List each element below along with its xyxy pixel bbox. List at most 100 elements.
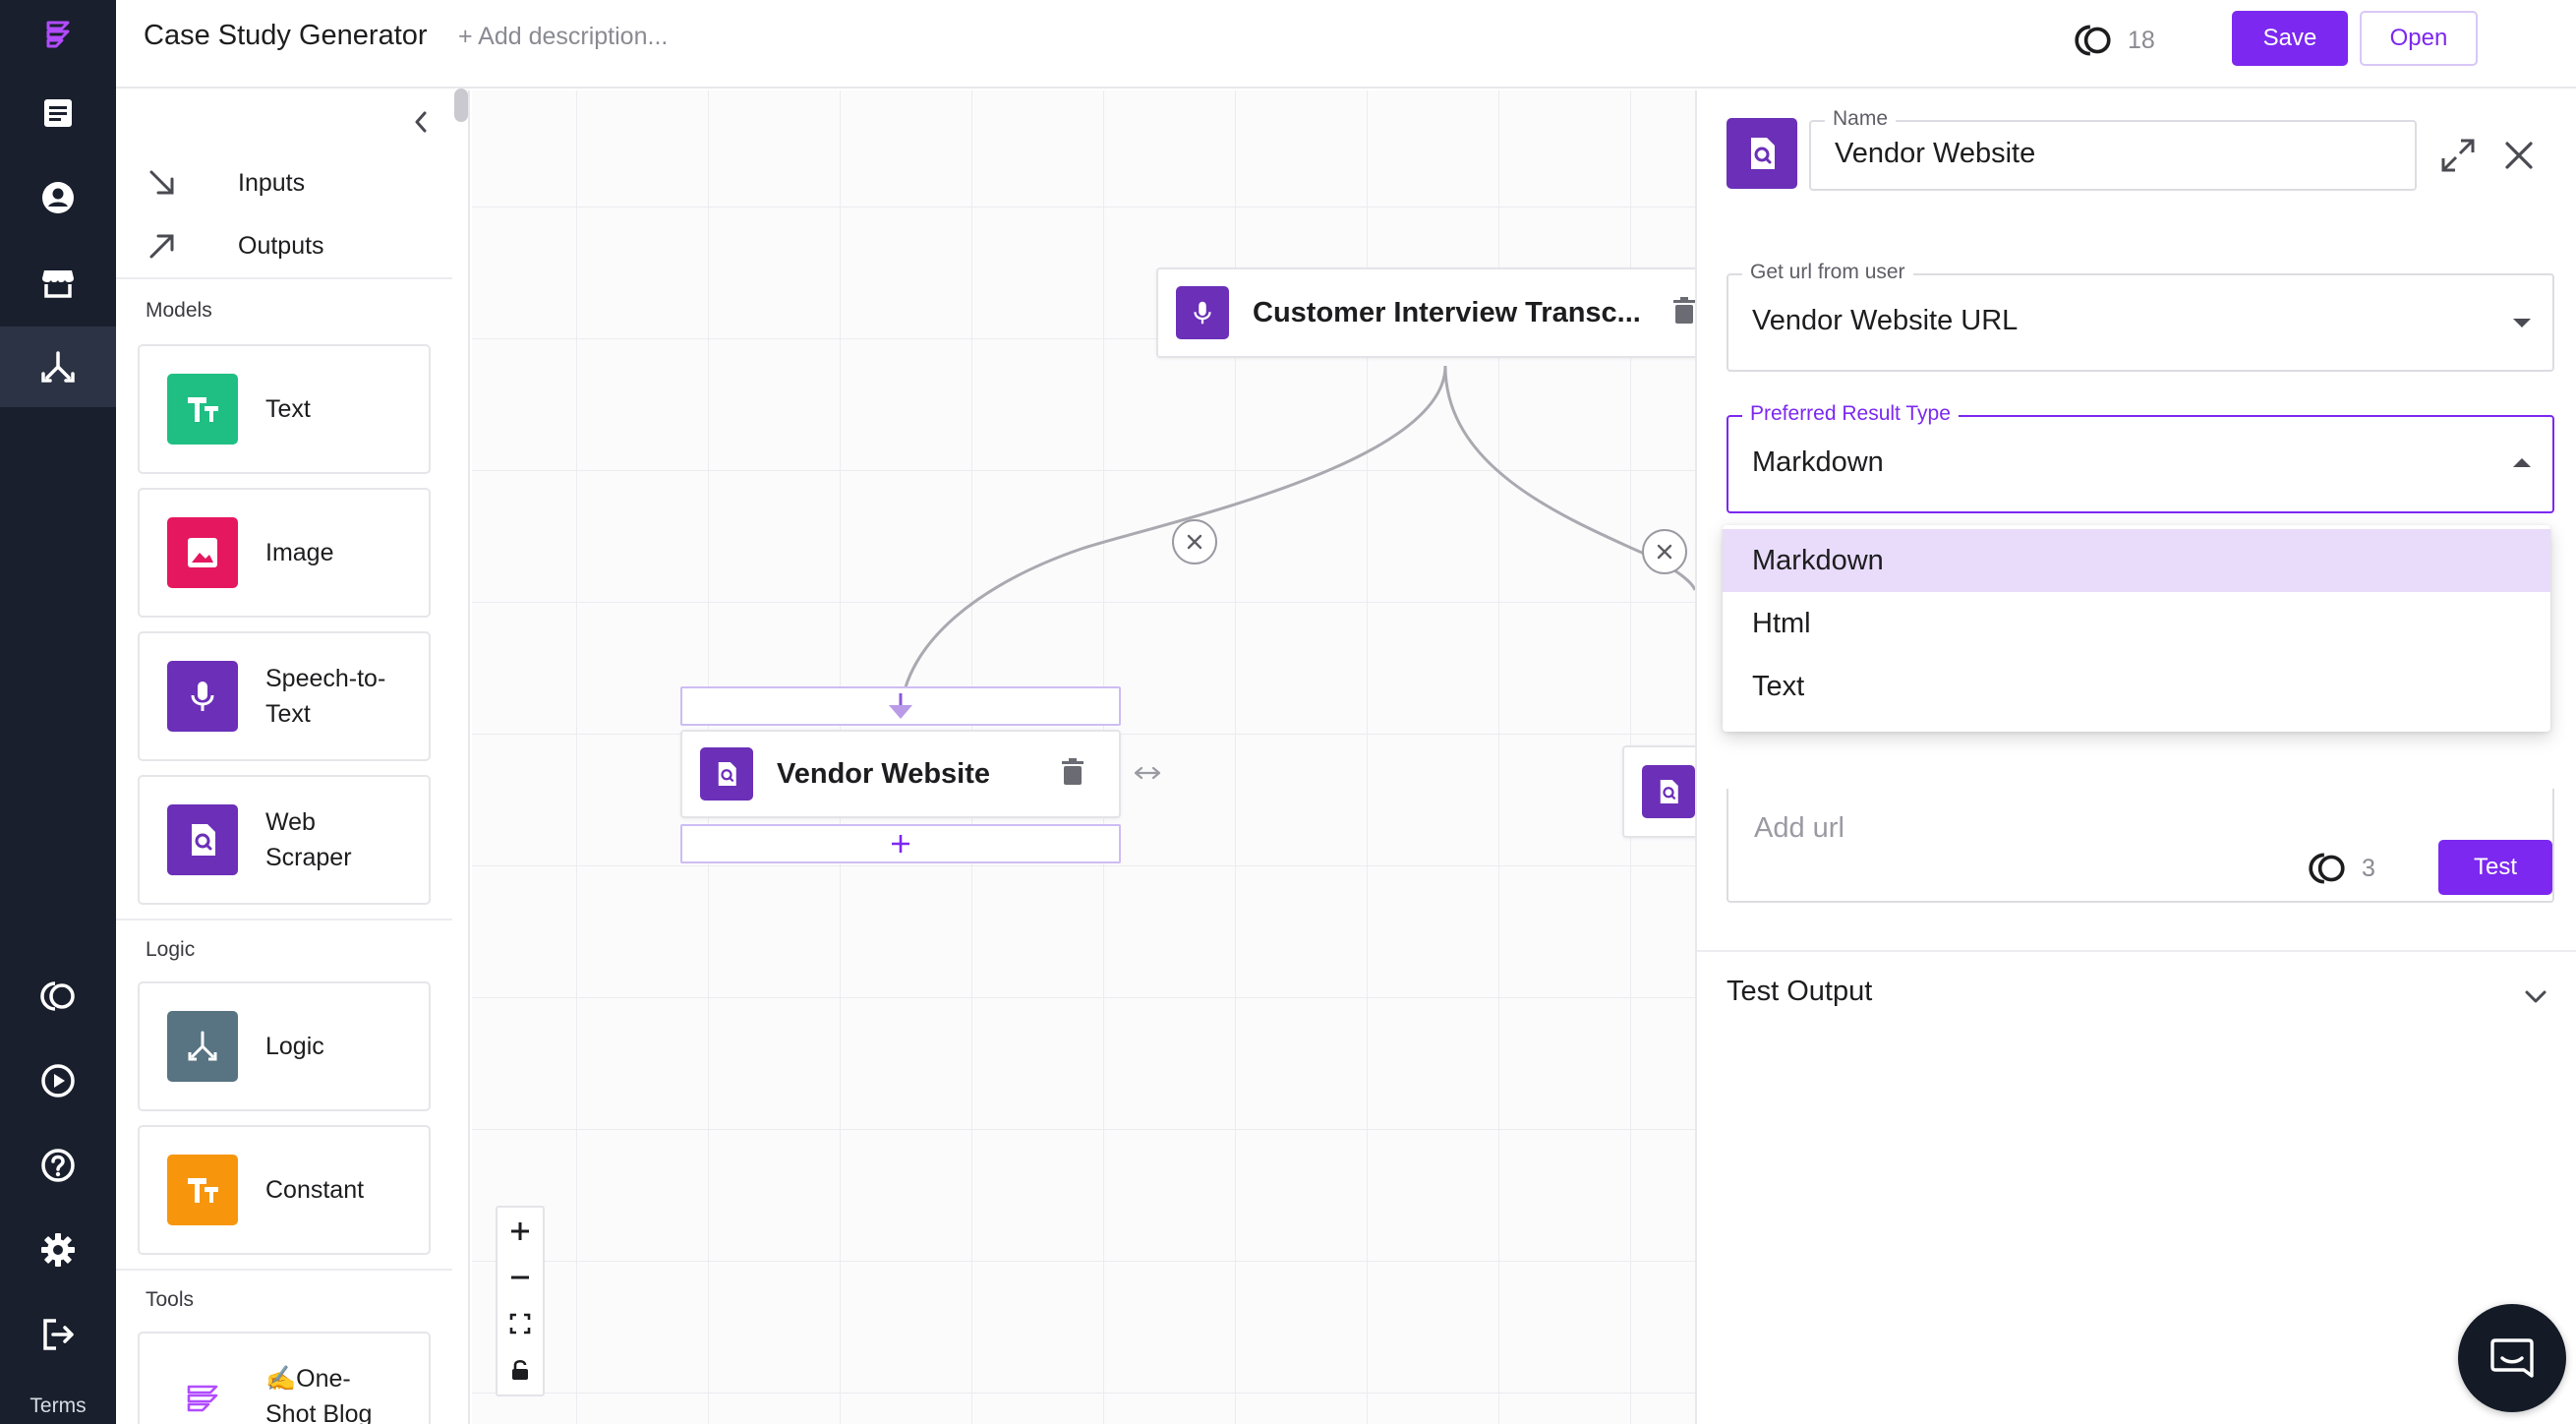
palette-card-image[interactable]: Image [138,488,431,618]
node-vendor-website[interactable]: Vendor Website [680,730,1121,818]
chat-launcher[interactable] [2458,1304,2566,1412]
terms-link[interactable]: Terms [0,1394,116,1418]
menu-option-html[interactable]: Html [1723,592,2550,655]
node-customer-interview[interactable]: Customer Interview Transc... [1156,267,1695,358]
result-type-menu: Markdown Html Text [1723,525,2550,732]
collapse-panel-icon[interactable] [401,102,440,142]
field-label: Name [1825,107,1897,131]
save-button[interactable]: Save [2232,11,2348,66]
web-scraper-icon [1642,765,1695,818]
logo-icon[interactable] [0,0,116,69]
chevron-down-icon[interactable] [2519,979,2552,1013]
credits-value: 18 [2128,26,2155,54]
divider [116,1269,452,1271]
field-value: Markdown [1752,446,1884,478]
card-label: Image [265,539,334,566]
microphone-icon [1176,286,1229,339]
test-credits-value: 3 [2362,854,2375,882]
palette-card-constant[interactable]: Constant [138,1125,431,1255]
node-name-field[interactable]: Name Vendor Website [1809,107,2417,191]
trash-icon[interactable] [1672,296,1695,329]
chevron-down-icon [2513,319,2531,327]
test-output-header[interactable]: Test Output [1727,976,1872,1008]
inputs-label: Inputs [238,168,306,197]
microphone-icon [167,661,238,732]
workflow-icon[interactable] [0,326,116,407]
top-bar: Case Study Generator + Add description..… [116,0,2576,89]
remove-edge-icon[interactable] [1642,529,1687,574]
open-button[interactable]: Open [2360,11,2478,66]
card-label: ✍️One- Shot Blog [265,1365,373,1424]
divider [116,919,452,920]
help-icon[interactable] [0,1125,116,1206]
arrow-out-icon [149,234,174,259]
divider [1697,950,2576,952]
text-icon [167,374,238,445]
zoom-controls [496,1206,545,1396]
web-scraper-icon [700,747,753,801]
node-input-handle[interactable] [680,686,1121,726]
palette-card-web-scraper[interactable]: Web Scraper [138,775,431,905]
close-icon[interactable] [2497,134,2541,177]
workflow-canvas[interactable]: Customer Interview Transc... Vendor Webs… [472,90,1695,1424]
node-palette: Inputs Outputs Models Text Image Speech-… [116,90,470,1424]
card-label: Constant [265,1176,365,1204]
field-value: Vendor Website [1835,138,2036,169]
remove-edge-icon[interactable] [1172,519,1217,564]
palette-card-one-shot-blog[interactable]: ✍️One- Shot Blog [138,1332,431,1424]
web-scraper-icon [1727,118,1797,189]
menu-option-text[interactable]: Text [1723,655,2550,718]
card-label: Speech-to- Text [265,665,386,728]
outputs-label: Outputs [238,231,324,260]
inputs-item[interactable]: Inputs [146,153,305,212]
workflow-title[interactable]: Case Study Generator [144,20,428,52]
tools-section-title: Tools [146,1288,195,1311]
logout-icon[interactable] [0,1294,116,1375]
field-label: Preferred Result Type [1742,402,1959,426]
lock-icon[interactable] [498,1346,543,1393]
chat-icon [2490,1338,2534,1378]
node-label: Customer Interview Transc... [1253,296,1641,328]
documents-icon[interactable] [0,73,116,153]
tool-logo-icon [167,1361,238,1424]
card-label: Web Scraper [265,808,352,871]
image-icon [167,517,238,588]
logic-section-title: Logic [146,938,196,961]
test-button[interactable]: Test [2438,840,2552,895]
outputs-item[interactable]: Outputs [146,216,324,275]
url-source-select[interactable]: Get url from user Vendor Website URL [1727,261,2554,372]
palette-scrollbar[interactable] [454,89,468,122]
node-partial[interactable] [1622,745,1695,838]
settings-icon[interactable] [0,1210,116,1290]
add-node-button[interactable] [680,824,1121,863]
palette-card-speech-to-text[interactable]: Speech-to- Text [138,631,431,761]
models-section-title: Models [146,299,212,322]
app-root: Terms Case Study Generator + Add descrip… [0,0,2576,1424]
credits-icon[interactable] [0,956,116,1037]
chevron-up-icon [2513,458,2531,467]
logic-icon [167,1011,238,1082]
expand-icon[interactable] [2436,134,2480,177]
play-icon[interactable] [0,1040,116,1121]
field-value: Vendor Website URL [1752,305,2019,336]
card-label: Text [265,395,311,423]
url-input[interactable]: Add url [1727,789,2554,903]
resize-handle-icon[interactable] [1133,761,1162,790]
palette-card-text[interactable]: Text [138,344,431,474]
credits-icon [2075,25,2111,56]
constant-icon [167,1155,238,1225]
url-input-placeholder: Add url [1754,812,1844,844]
zoom-in-icon[interactable] [498,1208,543,1254]
zoom-out-icon[interactable] [498,1254,543,1300]
menu-option-markdown[interactable]: Markdown [1723,529,2550,592]
trash-icon[interactable] [1061,757,1084,791]
palette-card-logic[interactable]: Logic [138,981,431,1111]
result-type-select[interactable]: Preferred Result Type Markdown [1727,402,2554,513]
node-settings-panel: Name Vendor Website Get url from user Ve… [1695,90,2576,1424]
add-description-link[interactable]: + Add description... [458,23,668,51]
fit-view-icon[interactable] [498,1300,543,1346]
node-label: Vendor Website [777,757,991,790]
account-icon[interactable] [0,157,116,238]
arrow-in-icon [149,170,174,195]
store-icon[interactable] [0,242,116,323]
